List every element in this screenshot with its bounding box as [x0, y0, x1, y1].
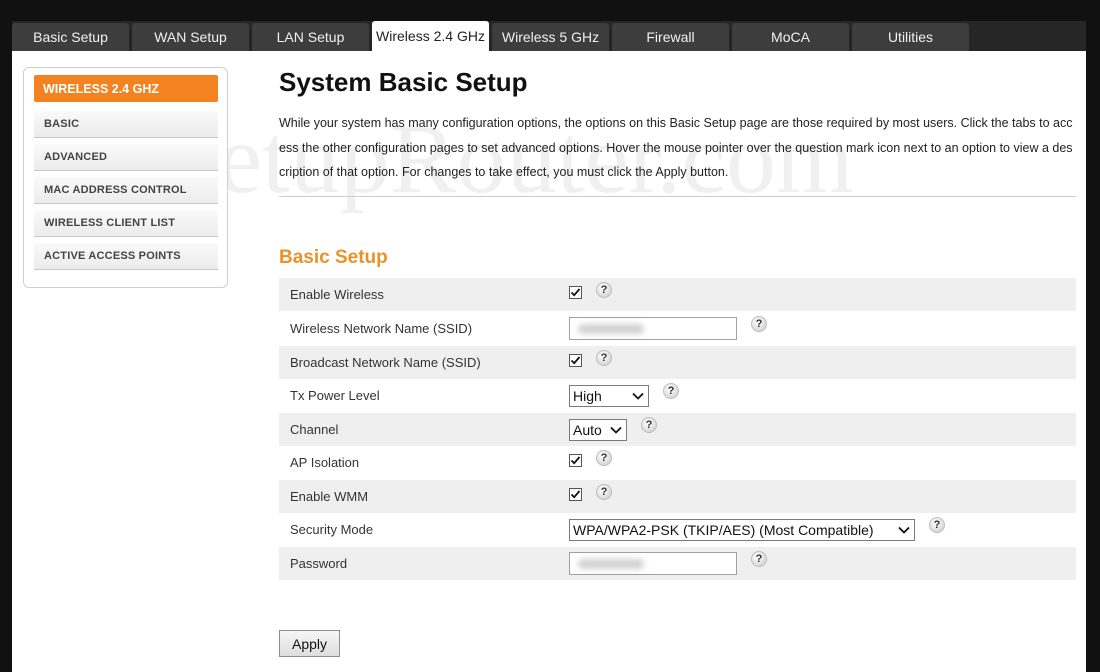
security-mode-value: WPA/WPA2-PSK (TKIP/AES) (Most Compatible…: [573, 521, 874, 538]
enable-wmm-label: Enable WMM: [290, 489, 369, 504]
help-icon[interactable]: ?: [663, 383, 679, 399]
tab-lan-setup[interactable]: LAN Setup: [252, 23, 369, 51]
enable-wireless-checkbox[interactable]: [569, 286, 582, 299]
tab-wireless-5ghz[interactable]: Wireless 5 GHz: [492, 23, 609, 51]
section-title: Basic Setup: [279, 247, 388, 268]
main-panel: SetupRouter.com WIRELESS 2.4 GHZ BASIC A…: [12, 51, 1086, 672]
security-mode-label: Security Mode: [290, 522, 374, 537]
help-icon[interactable]: ?: [596, 350, 612, 366]
row-channel: Channel Auto ?: [279, 413, 1076, 446]
enable-wireless-label: Enable Wireless: [290, 287, 384, 302]
tx-power-select[interactable]: High: [569, 384, 649, 407]
password-input[interactable]: [569, 552, 737, 575]
page-title: System Basic Setup: [279, 67, 528, 97]
channel-label: Channel: [290, 422, 339, 437]
broadcast-ssid-checkbox[interactable]: [569, 354, 582, 367]
help-icon[interactable]: ?: [641, 417, 657, 433]
redacted-value: [578, 559, 644, 569]
tab-utilities[interactable]: Utilities: [852, 23, 969, 51]
help-icon[interactable]: ?: [596, 450, 612, 466]
top-tab-bar: Basic Setup WAN Setup LAN Setup Wireless…: [12, 21, 1086, 51]
divider: [279, 196, 1076, 197]
password-label: Password: [290, 556, 348, 571]
checkmark-icon: [570, 356, 581, 365]
channel-select[interactable]: Auto: [569, 418, 627, 441]
intro-text: While your system has many configuration…: [279, 116, 1073, 179]
help-icon[interactable]: ?: [751, 551, 767, 567]
checkmark-icon: [570, 456, 581, 465]
row-enable-wireless: Enable Wireless ?: [279, 278, 1076, 311]
sidebar-item-active-access-points[interactable]: ACTIVE ACCESS POINTS: [34, 243, 218, 270]
chevron-down-icon: [632, 392, 644, 400]
tab-wan-setup[interactable]: WAN Setup: [132, 23, 249, 51]
sidebar-heading: WIRELESS 2.4 GHZ: [34, 75, 218, 102]
row-ssid: Wireless Network Name (SSID) ?: [279, 312, 1076, 345]
sidebar-item-advanced[interactable]: ADVANCED: [34, 144, 218, 171]
ssid-label: Wireless Network Name (SSID): [290, 321, 473, 336]
tab-moca[interactable]: MoCA: [732, 23, 849, 51]
sidebar-item-wireless-client-list[interactable]: WIRELESS CLIENT LIST: [34, 210, 218, 237]
tab-basic-setup[interactable]: Basic Setup: [12, 23, 129, 51]
channel-value: Auto: [573, 421, 602, 438]
row-enable-wmm: Enable WMM ?: [279, 480, 1076, 513]
tx-power-value: High: [573, 387, 602, 404]
checkmark-icon: [570, 490, 581, 499]
apply-button[interactable]: Apply: [279, 630, 340, 657]
sidebar-item-mac-address-control[interactable]: MAC ADDRESS CONTROL: [34, 177, 218, 204]
help-icon[interactable]: ?: [596, 282, 612, 298]
redacted-value: [578, 324, 644, 334]
checkmark-icon: [570, 288, 581, 297]
broadcast-ssid-label: Broadcast Network Name (SSID): [290, 355, 481, 370]
ap-isolation-checkbox[interactable]: [569, 454, 582, 467]
row-tx-power: Tx Power Level High ?: [279, 379, 1076, 412]
ssid-input[interactable]: [569, 317, 737, 340]
ap-isolation-label: AP Isolation: [290, 455, 360, 470]
row-security-mode: Security Mode WPA/WPA2-PSK (TKIP/AES) (M…: [279, 513, 1076, 546]
row-ap-isolation: AP Isolation ?: [279, 446, 1076, 479]
tx-power-label: Tx Power Level: [290, 388, 380, 403]
help-icon[interactable]: ?: [596, 484, 612, 500]
sidebar: WIRELESS 2.4 GHZ BASIC ADVANCED MAC ADDR…: [23, 67, 228, 288]
help-icon[interactable]: ?: [929, 517, 945, 533]
tab-wireless-24ghz[interactable]: Wireless 2.4 GHz: [372, 21, 489, 51]
tab-firewall[interactable]: Firewall: [612, 23, 729, 51]
security-mode-select[interactable]: WPA/WPA2-PSK (TKIP/AES) (Most Compatible…: [569, 518, 915, 541]
enable-wmm-checkbox[interactable]: [569, 488, 582, 501]
row-broadcast-ssid: Broadcast Network Name (SSID) ?: [279, 346, 1076, 379]
chevron-down-icon: [610, 426, 622, 434]
chevron-down-icon: [898, 526, 910, 534]
help-icon[interactable]: ?: [751, 316, 767, 332]
row-password: Password ?: [279, 547, 1076, 580]
sidebar-item-basic[interactable]: BASIC: [34, 111, 218, 138]
